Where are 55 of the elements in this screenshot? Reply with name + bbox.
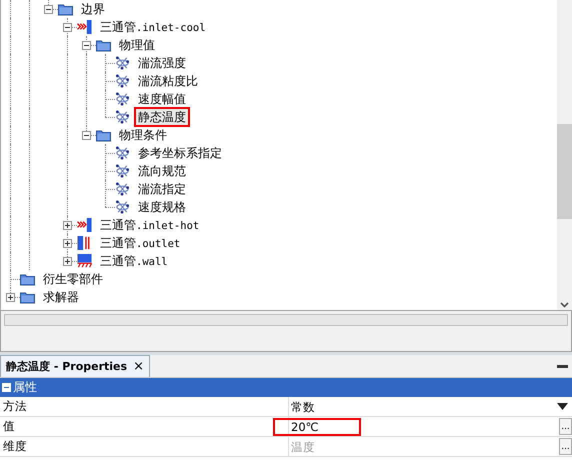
property-name: 方法 [0, 397, 289, 416]
collapse-icon[interactable] [82, 40, 91, 50]
folder-icon [96, 38, 111, 52]
folder-icon [96, 128, 111, 142]
tree-item[interactable]: 物理条件 [115, 125, 171, 145]
tree-item[interactable]: 三通管.inlet-hot [96, 214, 204, 236]
folder-icon [20, 272, 35, 286]
section-title: 属性 [13, 379, 37, 396]
inlet-icon [77, 218, 92, 232]
tab-title: 静态温度 - Properties [6, 359, 128, 374]
collapse-icon[interactable] [44, 4, 53, 14]
expand-icon[interactable] [63, 238, 72, 248]
outlet-icon [77, 236, 92, 250]
tree-item[interactable]: 三通管.inlet-cool [96, 16, 210, 38]
scroll-down-icon[interactable] [560, 302, 569, 308]
tree-item[interactable]: 三通管.wall [96, 250, 172, 272]
tree-item[interactable]: 求解器 [39, 287, 83, 307]
tree-item[interactable]: 湍流强度 [134, 53, 190, 73]
field-icon [115, 110, 130, 124]
collapse-icon[interactable] [63, 22, 72, 32]
tree-item[interactable]: 物理值 [115, 35, 159, 55]
tree-item[interactable]: 速度规格 [134, 197, 190, 217]
folder-icon [58, 2, 73, 16]
expand-icon[interactable] [63, 220, 72, 230]
tree-item[interactable]: 湍流粘度比 [134, 71, 202, 91]
folder-icon [20, 290, 35, 304]
tree-item[interactable]: 参考坐标系指定 [134, 143, 226, 163]
field-icon [115, 92, 130, 106]
ellipsis-button[interactable]: ... [559, 418, 572, 435]
close-button[interactable]: × [133, 359, 144, 374]
expand-icon[interactable] [63, 256, 72, 266]
tree-item[interactable]: 边界 [77, 0, 109, 19]
field-icon [115, 74, 130, 88]
tree-item[interactable]: 衍生零部件 [39, 269, 107, 289]
field-icon [115, 164, 130, 178]
tree-item[interactable]: 三通管.outlet [96, 232, 184, 254]
wall-icon [77, 254, 92, 268]
collapse-icon[interactable] [82, 130, 91, 140]
tree-item[interactable]: 速度幅值 [134, 89, 190, 109]
property-name: 维度 [0, 437, 289, 456]
section-header[interactable]: 属性 [0, 378, 572, 397]
tree-item[interactable]: 湍流指定 [134, 179, 190, 199]
scrollbar[interactable] [557, 0, 572, 310]
field-icon [115, 146, 130, 160]
expand-icon[interactable] [6, 292, 15, 302]
field-icon [115, 56, 130, 70]
tree-item[interactable]: 流向规范 [134, 161, 190, 181]
field-icon [115, 200, 130, 214]
properties-tab[interactable]: 静态温度 - Properties × [0, 355, 150, 377]
property-name: 值 [0, 417, 289, 436]
dropdown-arrow-icon[interactable] [557, 403, 568, 410]
field-icon [115, 182, 130, 196]
inlet-icon [77, 20, 92, 34]
tree-item[interactable]: 静态温度 [134, 107, 190, 127]
property-value[interactable]: 20℃ [273, 418, 361, 436]
